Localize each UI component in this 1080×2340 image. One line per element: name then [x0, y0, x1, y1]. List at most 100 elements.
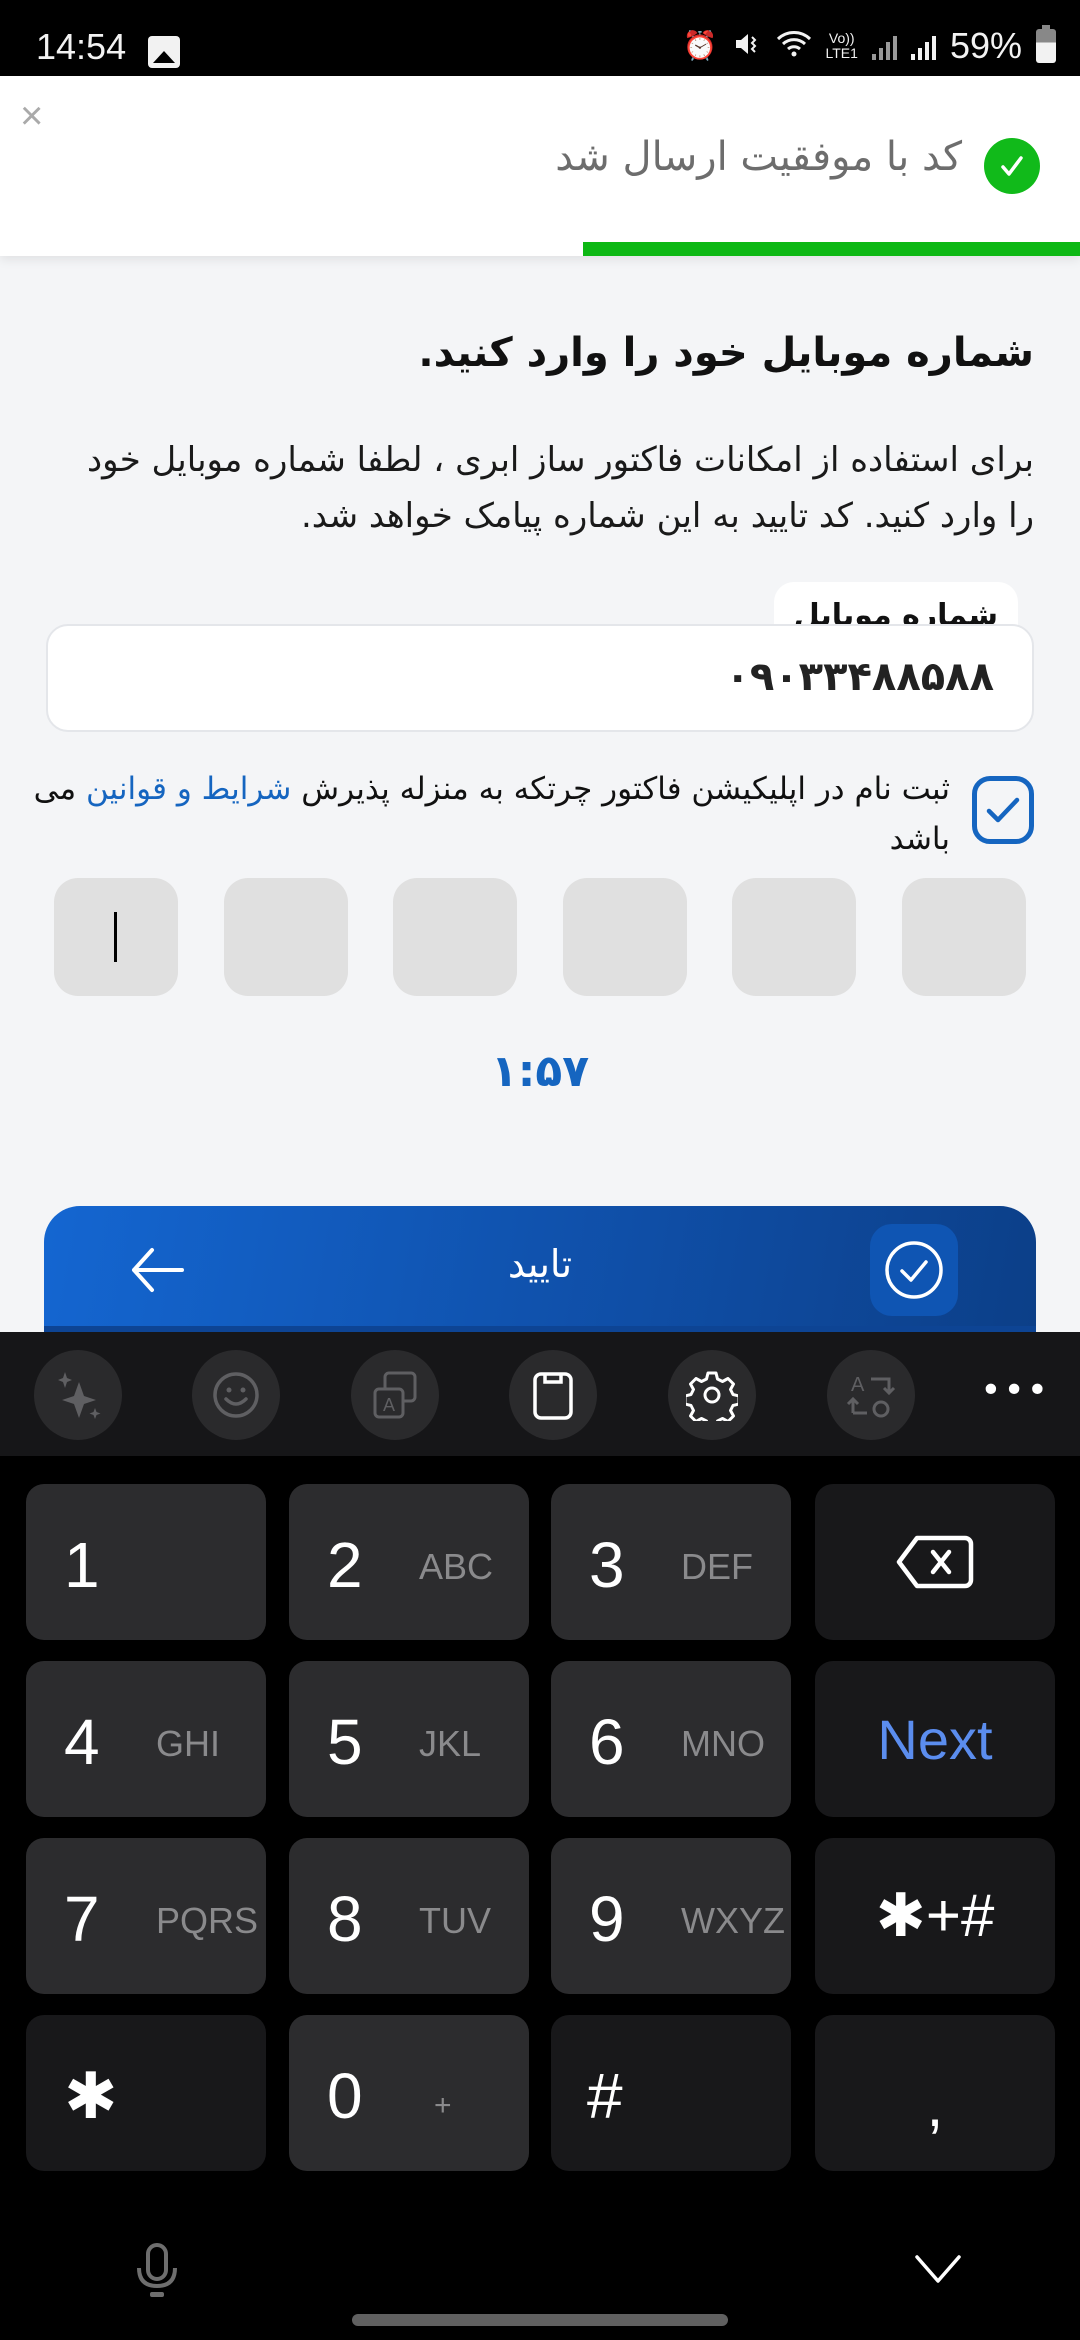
emoji-icon — [213, 1372, 259, 1418]
hide-keyboard-icon[interactable] — [914, 2254, 962, 2284]
terms-checkbox[interactable] — [972, 776, 1034, 844]
otp-box[interactable] — [393, 878, 518, 996]
key-digit: 0 — [327, 2060, 363, 2132]
vibrate-mute-icon — [732, 29, 762, 64]
digit-key-6[interactable]: 6 MNO — [551, 1661, 791, 1817]
clipboard-button[interactable] — [509, 1350, 597, 1440]
key-digit: 4 — [64, 1706, 100, 1778]
status-icons: ⏰ Vo)) LTE1 59% — [682, 25, 1056, 66]
success-check-icon — [984, 138, 1040, 194]
sparkle-icon — [58, 1372, 101, 1419]
digit-key-0[interactable]: 0 + — [289, 2015, 529, 2171]
microphone-icon[interactable] — [134, 2242, 180, 2300]
backspace-icon — [896, 1535, 974, 1589]
consent-text-before: ثبت نام در اپلیکیشن فاکتور چرتکه به منزل… — [291, 771, 950, 807]
app-screen: × کد با موفقیت ارسال شد شماره موبایل خود… — [0, 76, 1080, 1336]
backspace-key-face — [815, 1484, 1055, 1640]
comma-key-label: , — [926, 2071, 944, 2139]
gallery-notification-icon — [148, 36, 180, 68]
key-letters: TUV — [419, 1900, 491, 1941]
key-digit: 9 — [589, 1883, 625, 1955]
translate-icon: A — [373, 1371, 417, 1419]
hash-key[interactable]: # — [551, 2015, 791, 2171]
key-digit: 7 — [64, 1883, 100, 1955]
hash-key-label: # — [587, 2060, 623, 2132]
battery-icon — [1036, 25, 1056, 63]
status-time: 14:54 — [36, 26, 127, 67]
otp-box[interactable] — [223, 878, 348, 996]
battery-percent: 59% — [949, 25, 1022, 66]
terms-link[interactable]: شرایط و قوانین — [86, 771, 291, 807]
home-indicator[interactable] — [352, 2314, 728, 2326]
digit-key-7[interactable]: 7 PQRS — [26, 1838, 266, 1994]
key-letters: ABC — [419, 1546, 494, 1587]
key-digit: 1 — [64, 1529, 100, 1601]
backspace-key[interactable] — [815, 1484, 1055, 1640]
key-digit: 3 — [589, 1529, 625, 1601]
key-digit: 2 — [327, 1529, 363, 1601]
key-letters: DEF — [681, 1546, 753, 1587]
keyboard-toolbar: A A ••• — [0, 1332, 1080, 1456]
svg-text:A: A — [851, 1374, 865, 1396]
check-circle-icon — [870, 1224, 958, 1316]
consent-text: ثبت نام در اپلیکیشن فاکتور چرتکه به منزل… — [30, 764, 950, 864]
settings-icon — [686, 1371, 738, 1421]
key-letters: JKL — [419, 1723, 482, 1764]
text-convert-icon: A — [846, 1374, 896, 1418]
emoji-button[interactable] — [192, 1350, 280, 1440]
toast-message: کد با موفقیت ارسال شد — [555, 134, 962, 180]
checkmark-icon — [986, 797, 1020, 823]
text-cursor — [114, 912, 117, 962]
digit-key-8[interactable]: 8 TUV — [289, 1838, 529, 1994]
keyboard-settings-button[interactable] — [668, 1350, 756, 1440]
digit-key-1[interactable]: 1 — [26, 1484, 266, 1640]
signal-sim2-icon — [910, 32, 936, 60]
status-bar: 14:54 ⏰ Vo)) LTE1 59% — [0, 0, 1080, 76]
page-title: شماره موبایل خود را وارد کنید. — [418, 330, 1034, 376]
digit-key-5[interactable]: 5 JKL — [289, 1661, 529, 1817]
confirm-button[interactable]: تایید — [44, 1206, 1036, 1336]
star-key-label: ✱ — [64, 2060, 118, 2132]
key-letters: GHI — [156, 1723, 221, 1764]
phone-input[interactable] — [294, 654, 994, 700]
digit-key-4[interactable]: 4 GHI — [26, 1661, 266, 1817]
toast-close-button[interactable]: × — [20, 94, 43, 139]
key-digit: 6 — [589, 1706, 625, 1778]
more-options-button[interactable]: ••• — [980, 1370, 1050, 1411]
success-toast: × کد با موفقیت ارسال شد — [0, 76, 1080, 256]
digit-key-2[interactable]: 2 ABC — [289, 1484, 529, 1640]
svg-text:A: A — [383, 1395, 395, 1415]
symbols-key[interactable]: ✱+# — [815, 1838, 1055, 1994]
network-type: Vo)) LTE1 — [826, 31, 858, 61]
otp-box[interactable] — [901, 878, 1026, 996]
next-key[interactable]: Next — [815, 1661, 1055, 1817]
key-digit: 5 — [327, 1706, 363, 1778]
text-convert-button[interactable]: A — [827, 1350, 915, 1440]
translate-button[interactable]: A — [351, 1350, 439, 1440]
ai-tools-button[interactable] — [34, 1350, 122, 1440]
key-letters: MNO — [681, 1723, 765, 1764]
digit-key-3[interactable]: 3 DEF — [551, 1484, 791, 1640]
resend-timer: ۱:۵۷ — [490, 1046, 590, 1097]
alarm-icon: ⏰ — [682, 29, 718, 62]
otp-box[interactable] — [732, 878, 857, 996]
phone-field[interactable] — [46, 624, 1034, 732]
toast-progress-bar — [583, 242, 1080, 256]
volte-label: Vo)) — [828, 30, 855, 46]
otp-input-row — [54, 878, 1026, 998]
key-letters: + — [434, 2089, 452, 2122]
otp-box[interactable] — [562, 878, 687, 996]
wifi-icon — [776, 29, 812, 64]
star-key[interactable]: ✱ — [26, 2015, 266, 2171]
next-key-label: Next — [877, 1707, 993, 1771]
lte-label: LTE1 — [825, 45, 858, 61]
toast-progress-track — [0, 242, 1080, 256]
key-digit: 8 — [327, 1883, 363, 1955]
otp-box[interactable] — [54, 878, 178, 996]
page-description: برای استفاده از امکانات فاکتور ساز ابری … — [86, 440, 1034, 536]
signal-sim1-icon — [871, 32, 897, 60]
key-letters: WXYZ — [681, 1900, 785, 1941]
clipboard-icon — [533, 1372, 573, 1420]
comma-key[interactable]: , — [815, 2015, 1055, 2171]
digit-key-9[interactable]: 9 WXYZ — [551, 1838, 791, 1994]
